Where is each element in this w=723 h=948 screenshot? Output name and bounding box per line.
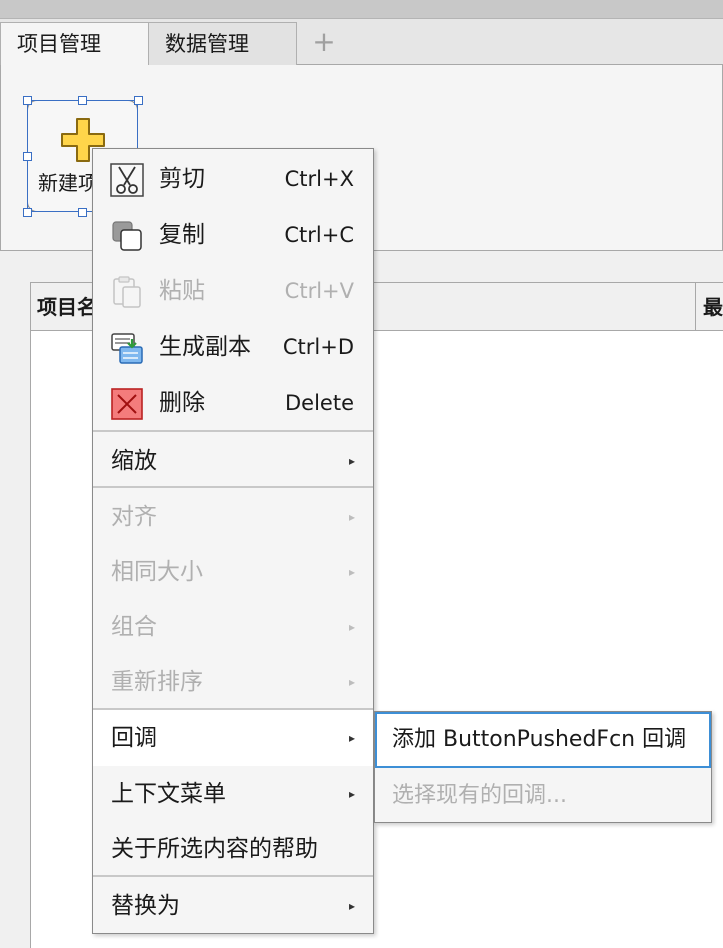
menu-separator	[93, 430, 373, 432]
shortcut-label: Ctrl+X	[284, 167, 354, 191]
menu-item-label: 缩放	[111, 448, 157, 474]
tab-bar: 项目管理 数据管理 +	[0, 19, 723, 66]
scissors-icon	[110, 163, 144, 197]
submenu-item-add-callback[interactable]: 添加 ButtonPushedFcn 回调	[375, 712, 711, 768]
menu-item-context-menu[interactable]: 上下文菜单 ▸	[93, 766, 373, 822]
shortcut-label: Delete	[285, 391, 354, 415]
delete-icon	[111, 388, 143, 420]
plus-icon: +	[312, 25, 336, 58]
menu-item-cut[interactable]: 剪切 Ctrl+X	[93, 151, 373, 207]
window-top-strip	[0, 0, 723, 19]
menu-item-reorder[interactable]: 重新排序 ▸	[93, 654, 373, 710]
copy-icon	[112, 221, 142, 251]
duplicate-icon	[111, 333, 143, 364]
tab-project-management[interactable]: 项目管理	[0, 22, 149, 66]
menu-item-copy[interactable]: 复制 Ctrl+C	[93, 207, 373, 263]
menu-item-paste[interactable]: 粘贴 Ctrl+V	[93, 263, 373, 319]
chevron-right-icon: ▸	[348, 731, 355, 745]
chevron-right-icon: ▸	[348, 454, 355, 468]
menu-item-duplicate[interactable]: 生成副本 Ctrl+D	[93, 319, 373, 375]
submenu-item-label: 选择现有的回调...	[392, 783, 567, 808]
menu-item-label: 生成副本	[159, 334, 251, 360]
menu-item-label: 重新排序	[111, 669, 203, 695]
chevron-right-icon: ▸	[348, 675, 355, 689]
chevron-right-icon: ▸	[348, 787, 355, 801]
menu-item-replace[interactable]: 替换为 ▸	[93, 878, 373, 934]
callback-submenu: 添加 ButtonPushedFcn 回调 选择现有的回调...	[374, 711, 712, 823]
menu-separator	[93, 875, 373, 877]
tab-label: 项目管理	[17, 32, 101, 56]
menu-item-label: 替换为	[111, 893, 180, 919]
menu-item-label: 粘贴	[159, 278, 205, 304]
context-menu: 剪切 Ctrl+X 复制 Ctrl+C 粘贴 Ctrl+V 生成副本 Ctrl+…	[92, 148, 374, 934]
menu-item-label: 组合	[111, 614, 157, 640]
resize-handle-bottom[interactable]	[78, 208, 87, 217]
menu-item-label: 关于所选内容的帮助	[111, 836, 318, 862]
resize-handle-top-right[interactable]	[134, 96, 143, 105]
menu-separator	[93, 486, 373, 488]
menu-item-label: 对齐	[111, 504, 157, 530]
chevron-right-icon: ▸	[348, 620, 355, 634]
add-tab-button[interactable]: +	[296, 22, 352, 65]
shortcut-label: Ctrl+V	[284, 279, 354, 303]
chevron-right-icon: ▸	[348, 565, 355, 579]
chevron-right-icon: ▸	[348, 510, 355, 524]
resize-handle-left[interactable]	[23, 152, 32, 161]
tab-data-management[interactable]: 数据管理	[148, 22, 297, 65]
column-divider[interactable]	[695, 283, 696, 331]
menu-item-label: 删除	[159, 390, 205, 416]
menu-item-same-size[interactable]: 相同大小 ▸	[93, 544, 373, 600]
menu-item-align[interactable]: 对齐 ▸	[93, 489, 373, 545]
menu-item-zoom[interactable]: 缩放 ▸	[93, 433, 373, 489]
shortcut-label: Ctrl+D	[282, 335, 354, 359]
column-header-last[interactable]: 最	[703, 283, 723, 331]
resize-handle-top-left[interactable]	[23, 96, 32, 105]
tab-label: 数据管理	[165, 32, 249, 56]
submenu-item-label: 添加 ButtonPushedFcn 回调	[392, 727, 687, 752]
resize-handle-top[interactable]	[78, 96, 87, 105]
menu-item-label: 相同大小	[111, 559, 203, 585]
menu-item-label: 回调	[111, 725, 157, 751]
menu-item-label: 剪切	[159, 166, 205, 192]
menu-item-callback[interactable]: 回调 ▸	[93, 710, 373, 766]
submenu-item-select-existing[interactable]: 选择现有的回调...	[375, 768, 711, 824]
menu-item-label: 复制	[159, 222, 205, 248]
resize-handle-bottom-left[interactable]	[23, 208, 32, 217]
menu-item-help[interactable]: 关于所选内容的帮助	[93, 821, 373, 877]
menu-item-group[interactable]: 组合 ▸	[93, 599, 373, 655]
shortcut-label: Ctrl+C	[284, 223, 354, 247]
paste-icon	[113, 276, 141, 308]
menu-item-delete[interactable]: 删除 Delete	[93, 375, 373, 431]
menu-item-label: 上下文菜单	[111, 781, 226, 807]
chevron-right-icon: ▸	[348, 899, 355, 913]
